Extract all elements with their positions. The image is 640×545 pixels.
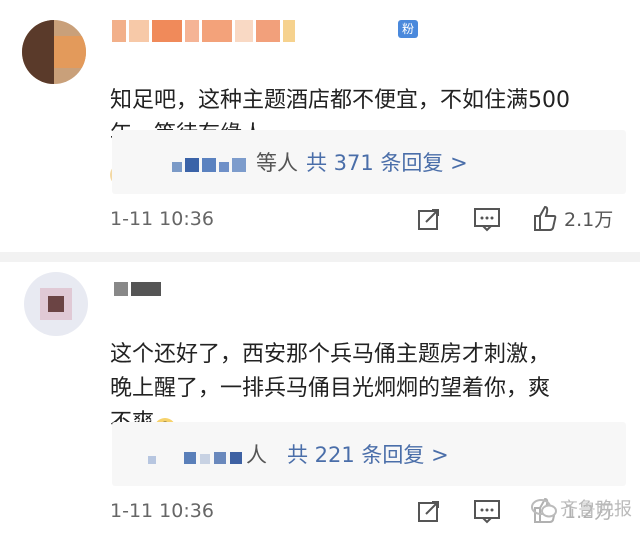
comment-icon bbox=[474, 208, 500, 232]
comment-button[interactable] bbox=[473, 498, 501, 524]
replier-names-pixelated bbox=[148, 444, 242, 464]
username-pixelated[interactable] bbox=[112, 20, 295, 42]
comment-icon bbox=[474, 500, 500, 524]
fans-badge: 粉 bbox=[398, 20, 419, 38]
view-replies-link[interactable]: 共 371 条回复 > bbox=[306, 147, 468, 177]
comment-button[interactable] bbox=[473, 206, 501, 232]
timestamp: 1-11 10:36 bbox=[110, 208, 214, 230]
watermark: 齐鲁晚报 bbox=[530, 495, 632, 521]
thumbs-up-icon bbox=[534, 205, 557, 231]
replier-suffix: 人 bbox=[246, 443, 267, 467]
reply-summary[interactable]: 等人 共 371 条回复 > bbox=[112, 130, 626, 194]
timestamp: 1-11 10:36 bbox=[110, 500, 214, 522]
avatar[interactable] bbox=[24, 272, 88, 336]
reply-summary[interactable]: 人 共 221 条回复 > bbox=[112, 422, 626, 486]
view-replies-link[interactable]: 共 221 条回复 > bbox=[287, 439, 449, 469]
share-button[interactable] bbox=[416, 498, 442, 524]
watermark-text: 齐鲁晚报 bbox=[560, 499, 632, 520]
avatar[interactable] bbox=[22, 20, 86, 84]
like-button[interactable]: 2.1万 bbox=[532, 204, 613, 232]
comment-1: 粉 知足吧，这种主题酒店都不便宜，不如住满500年，等待有缘人 🐕 等人 共 3… bbox=[0, 0, 640, 252]
replier-suffix: 等人 bbox=[256, 151, 298, 175]
username-pixelated[interactable] bbox=[114, 278, 161, 300]
comment-text: 这个还好了，西安那个兵马俑主题房才刺激， 晚上醒了，一排兵马俑目光炯炯的望着你，… bbox=[110, 304, 610, 440]
wechat-icon bbox=[531, 499, 557, 518]
like-count: 2.1万 bbox=[564, 208, 614, 231]
share-icon bbox=[418, 501, 439, 522]
share-icon bbox=[418, 209, 439, 230]
replier-names-pixelated bbox=[172, 152, 246, 172]
share-button[interactable] bbox=[416, 206, 442, 232]
